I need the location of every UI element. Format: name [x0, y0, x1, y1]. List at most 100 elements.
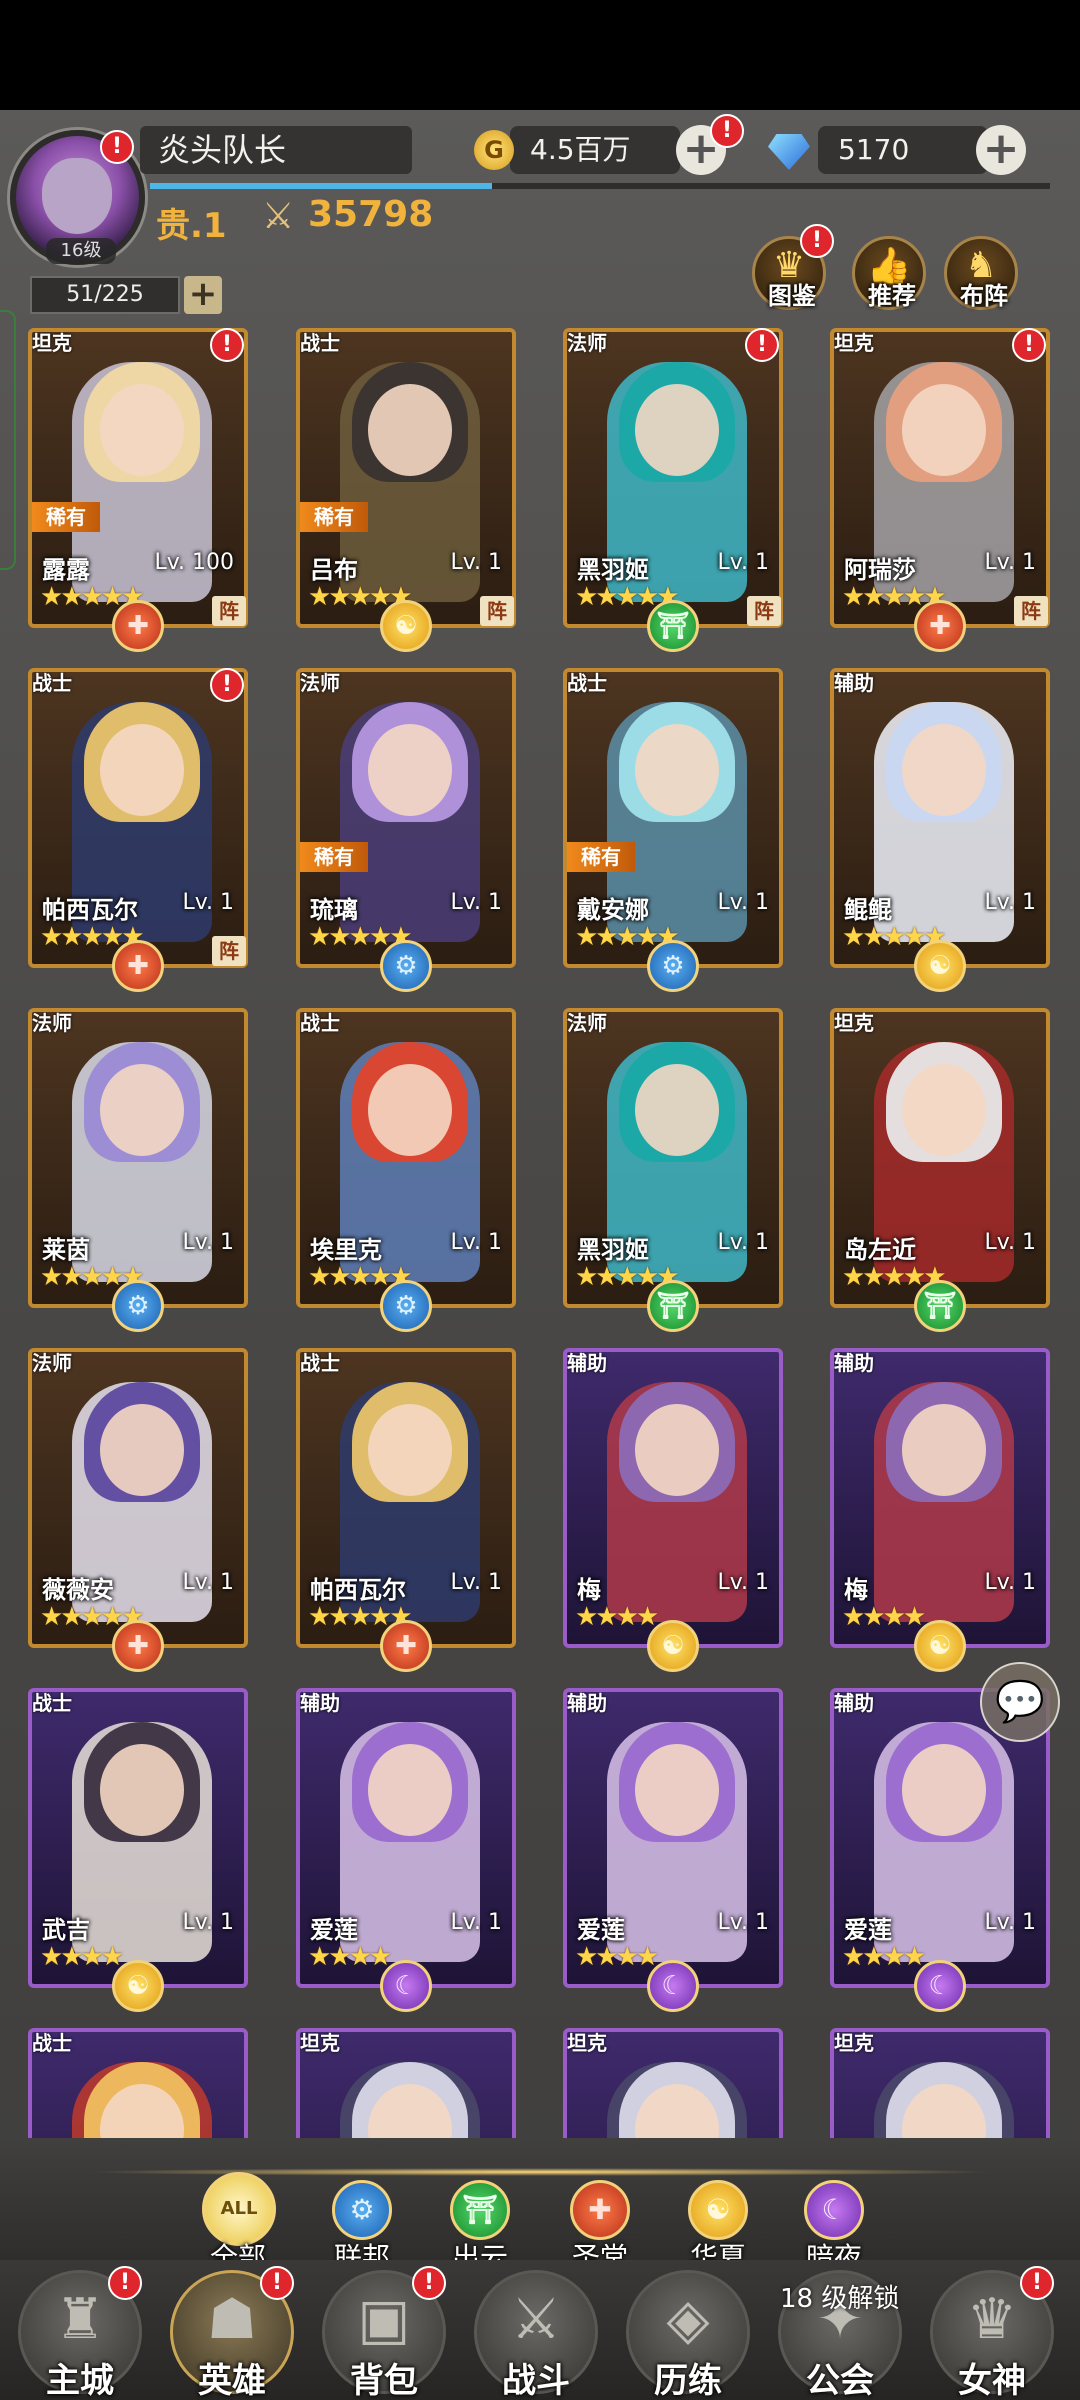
hero-card[interactable]: 战士 稀有 吕布 Lv. 1 ★★★★★ ☯ 阵	[296, 328, 516, 652]
hero-role-tag: 法师	[567, 1011, 607, 1035]
hero-grid: 坦克 稀有 露露 Lv. 100 ★★★★★ ✚ 阵! 战士 稀有 吕布 Lv. 1 ★★★★★ ☯ 阵法…	[28, 328, 1052, 2138]
hero-card-frame: 战士 帕西瓦尔 Lv. 1 ★★★★★	[296, 1348, 516, 1648]
hero-level: Lv. 1	[717, 1910, 769, 1935]
hero-card-frame: 法师 黑羽姬 Lv. 1 ★★★★★	[563, 328, 783, 628]
faction-lianbang-icon: ⚙	[380, 1280, 432, 1332]
add-gem-button[interactable]: +	[976, 125, 1026, 175]
filter-glow	[80, 2168, 1000, 2176]
avatar-portrait	[42, 158, 112, 234]
hero-role-tag: 战士	[32, 1691, 72, 1715]
hero-card[interactable]: 辅助 鲲鲲 Lv. 1 ★★★★★ ☯	[830, 668, 1050, 992]
horse-button[interactable]: ♞ 布阵	[944, 236, 1018, 310]
hero-card-frame: 战士 稀有 戴安娜 Lv. 1 ★★★★★	[563, 668, 783, 968]
hero-card[interactable]: 辅助 爱莲 Lv. 1 ★★★★ ☾	[296, 1688, 516, 2012]
status-bar	[0, 0, 1080, 110]
hero-card[interactable]: 辅助 爱莲 Lv. 1 ★★★★ ☾	[563, 1688, 783, 2012]
side-drawer-handle[interactable]	[0, 310, 16, 570]
combat-power: 35798	[308, 194, 434, 235]
hero-count: 51/225	[30, 276, 180, 314]
hero-card[interactable]: 法师 稀有 琉璃 Lv. 1 ★★★★★ ⚙	[296, 668, 516, 992]
hero-level: Lv. 1	[717, 550, 769, 575]
faction-anye-icon: ☾	[914, 1960, 966, 2012]
hero-card[interactable]: 坦克 稀有 露露 Lv. 100 ★★★★★ ✚ 阵!	[28, 328, 248, 652]
hero-card[interactable]: 法师 黑羽姬 Lv. 1 ★★★★★ ⛩ 阵!	[563, 328, 783, 652]
player-header: 16级 ! 炎头队长 4.5百万 G + ! 5170 + 贵.1 ⚔ 3579…	[0, 110, 1080, 570]
hero-card-frame: 辅助 爱莲 Lv. 1 ★★★★	[563, 1688, 783, 1988]
hero-level: Lv. 1	[717, 1570, 769, 1595]
hero-face	[368, 1064, 452, 1156]
round-button-label: 推荐	[868, 282, 916, 310]
hero-card[interactable]: 法师 黑羽姬 Lv. 1 ★★★★★ ⛩	[563, 1008, 783, 1332]
hero-card[interactable]: 坦克	[563, 2028, 783, 2138]
hero-face	[100, 1744, 184, 1836]
hero-card[interactable]: 坦克 阿瑞莎 Lv. 1 ★★★★★ ✚ 阵!	[830, 328, 1050, 652]
hero-card[interactable]: 战士 帕西瓦尔 Lv. 1 ★★★★★ ✚ 阵!	[28, 668, 248, 992]
hero-card[interactable]: 坦克 岛左近 Lv. 1 ★★★★★ ⛩	[830, 1008, 1050, 1332]
filter-lianbang-button[interactable]: ⚙	[332, 2180, 392, 2240]
hero-role-tag: 战士	[300, 1351, 340, 1375]
hero-screen: 16级 ! 炎头队长 4.5百万 G + ! 5170 + 贵.1 ⚔ 3579…	[0, 110, 1080, 2400]
rare-tag: 稀有	[300, 842, 368, 872]
filter-anye-button[interactable]: ☾	[804, 2180, 864, 2240]
hero-role-tag: 坦克	[567, 2031, 607, 2055]
rare-tag: 稀有	[567, 842, 635, 872]
nav-map[interactable]: ◈ 历练	[626, 2270, 750, 2400]
hero-alert-badge: !	[210, 668, 244, 702]
filter-huaxia-button[interactable]: ☯	[688, 2180, 748, 2240]
player-name: 炎头队长	[140, 126, 412, 174]
formation-tag: 阵	[212, 596, 246, 626]
hero-alert-badge: !	[1012, 328, 1046, 362]
hero-card[interactable]: 战士 稀有 戴安娜 Lv. 1 ★★★★★ ⚙	[563, 668, 783, 992]
hero-card[interactable]: 辅助梅 Lv. 1 ★★★★ ☯	[830, 1348, 1050, 1672]
nav-alert-badge: !	[1020, 2266, 1054, 2300]
diamond-icon	[768, 134, 810, 170]
hero-card[interactable]: 坦克	[830, 2028, 1050, 2138]
hero-name: 武吉	[42, 1916, 90, 1944]
expand-hero-slots-button[interactable]: +	[184, 276, 222, 314]
hero-face	[635, 724, 719, 816]
hero-name: 黑羽姬	[577, 1236, 649, 1264]
hero-name: 梅	[577, 1576, 601, 1604]
faction-lianbang-icon: ⚙	[112, 1280, 164, 1332]
hero-card-frame: 坦克 阿瑞莎 Lv. 1 ★★★★★	[830, 328, 1050, 628]
hero-name: 阿瑞莎	[844, 556, 916, 584]
hero-card-frame: 辅助 鲲鲲 Lv. 1 ★★★★★	[830, 668, 1050, 968]
hero-role-tag: 辅助	[567, 1351, 607, 1375]
hero-card[interactable]: 法师 莱茵 Lv. 1 ★★★★★ ⚙	[28, 1008, 248, 1332]
hero-card[interactable]: 法师 薇薇安 Lv. 1 ★★★★★ ✚	[28, 1348, 248, 1672]
gold-alert-badge: !	[710, 114, 744, 148]
hero-name: 吕布	[310, 556, 358, 584]
hero-stars: ★★★★	[308, 1942, 392, 1972]
hero-card[interactable]: 辅助梅 Lv. 1 ★★★★ ☯	[563, 1348, 783, 1672]
hero-face	[368, 1404, 452, 1496]
nav-alert-badge: !	[412, 2266, 446, 2300]
hero-card[interactable]: 坦克	[296, 2028, 516, 2138]
hero-name: 爱莲	[844, 1916, 892, 1944]
hero-role-tag: 坦克	[834, 1011, 874, 1035]
hero-level: Lv. 1	[450, 550, 502, 575]
hero-role-tag: 法师	[567, 331, 607, 355]
formation-tag: 阵	[212, 936, 246, 966]
hero-name: 爱莲	[310, 1916, 358, 1944]
hero-card-frame: 坦克	[296, 2028, 516, 2138]
hero-role-tag: 战士	[567, 671, 607, 695]
hero-name: 梅	[844, 1576, 868, 1604]
hero-card[interactable]: 战士 帕西瓦尔 Lv. 1 ★★★★★ ✚	[296, 1348, 516, 1672]
filter-all-button[interactable]: ALL	[202, 2172, 276, 2246]
hero-card-frame: 战士 稀有 吕布 Lv. 1 ★★★★★	[296, 328, 516, 628]
hero-card[interactable]: 战士 埃里克 Lv. 1 ★★★★★ ⚙	[296, 1008, 516, 1332]
nav-label: 公会	[806, 2361, 874, 2400]
chat-bubble-icon[interactable]: 💬	[980, 1662, 1060, 1742]
hero-card[interactable]: 战士 武吉 Lv. 1 ★★★★ ☯	[28, 1688, 248, 2012]
hero-card-frame: 法师 稀有 琉璃 Lv. 1 ★★★★★	[296, 668, 516, 968]
filter-chuyun-button[interactable]: ⛩	[450, 2180, 510, 2240]
nav-crossed-swords[interactable]: ⚔ 战斗	[474, 2270, 598, 2400]
faction-chuyun-icon: ⛩	[647, 1280, 699, 1332]
hero-name: 爱莲	[577, 1916, 625, 1944]
hero-card[interactable]: 战士	[28, 2028, 248, 2138]
thumbs-up-button[interactable]: 👍 推荐	[852, 236, 926, 310]
hero-face	[100, 1064, 184, 1156]
avatar-alert-badge: !	[100, 130, 134, 164]
filter-shengtang-button[interactable]: ✚	[570, 2180, 630, 2240]
hero-name: 岛左近	[844, 1236, 916, 1264]
